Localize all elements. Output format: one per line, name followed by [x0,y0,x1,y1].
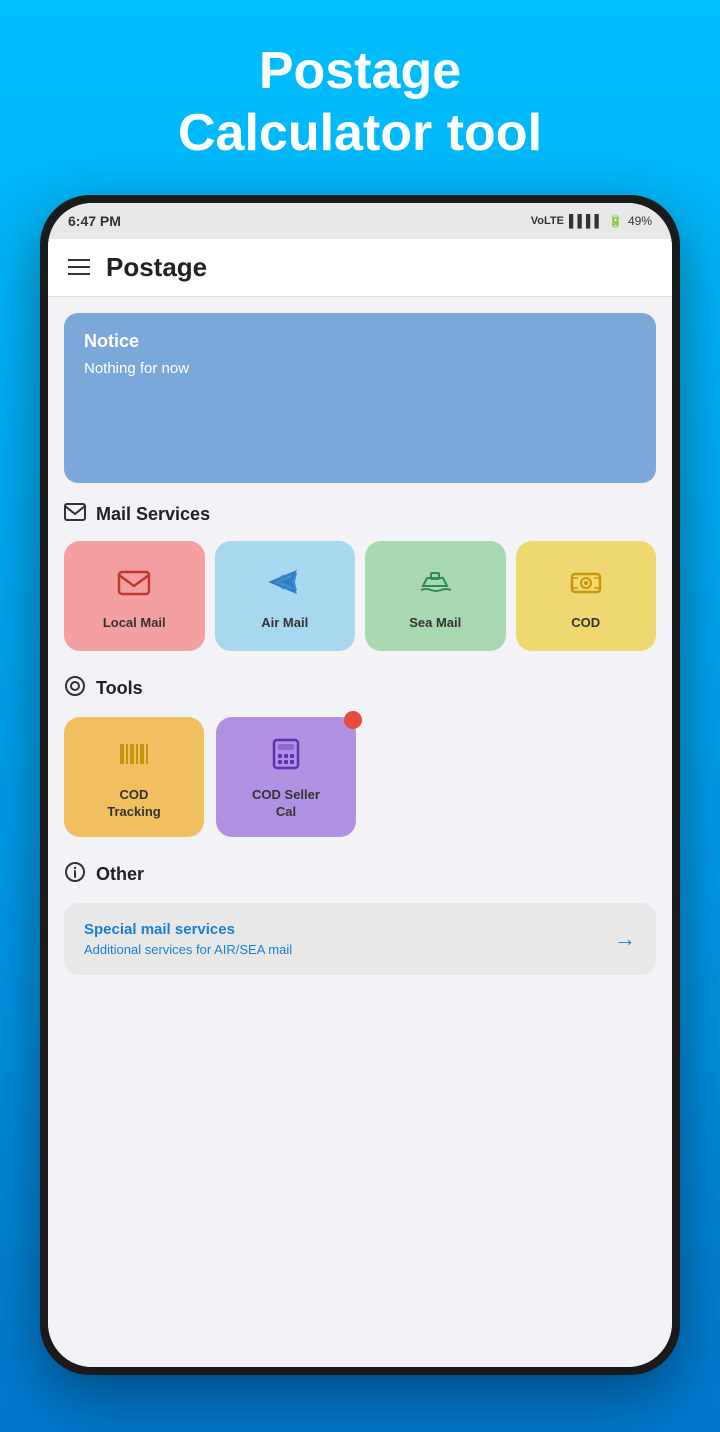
cod-icon [568,564,604,605]
other-header: Other [64,861,656,889]
sea-mail-label: Sea Mail [409,615,461,632]
air-mail-label: Air Mail [261,615,308,632]
lte-icon: VoLTE [531,215,564,227]
hamburger-line-2 [68,266,90,268]
local-mail-card[interactable]: Local Mail [64,541,205,651]
app-header: Postage [48,239,672,297]
notice-card: Notice Nothing for now [64,313,656,483]
hamburger-menu-button[interactable] [68,259,90,275]
local-mail-label: Local Mail [103,615,166,632]
cod-card[interactable]: COD [516,541,657,651]
phone-screen: 6:47 PM VoLTE ▌▌▌▌ 🔋 49% Postage Notice … [48,203,672,1367]
hamburger-line-1 [68,259,90,261]
notification-dot [344,711,362,729]
tools-grid: CODTracking [64,717,656,837]
air-mail-card[interactable]: Air Mail [215,541,356,651]
air-mail-icon [267,564,303,605]
local-mail-icon [116,564,152,605]
status-time: 6:47 PM [68,213,121,229]
status-bar: 6:47 PM VoLTE ▌▌▌▌ 🔋 49% [48,203,672,239]
mail-section-icon [64,503,86,527]
signal-icon: ▌▌▌▌ [569,214,603,228]
sea-mail-icon [417,564,453,605]
arrow-right-icon: → [614,926,636,952]
special-mail-subtitle: Additional services for AIR/SEA mail [84,942,292,957]
mail-services-grid: Local Mail [64,541,656,651]
hamburger-line-3 [68,273,90,275]
mail-services-header: Mail Services [64,503,656,527]
other-card-text: Special mail services Additional service… [84,921,292,957]
cod-seller-cal-label: COD SellerCal [252,787,320,821]
app-title: Postage [106,252,207,283]
tools-header: Tools [64,675,656,703]
special-mail-services-card[interactable]: Special mail services Additional service… [64,903,656,975]
cod-tracking-card[interactable]: CODTracking [64,717,204,837]
notice-title: Notice [84,331,636,352]
mail-services-title: Mail Services [96,504,210,525]
cod-tracking-icon [116,736,152,777]
tools-title: Tools [96,678,143,699]
notice-text: Nothing for now [84,360,636,377]
cod-seller-icon [268,736,304,777]
phone-mockup: 6:47 PM VoLTE ▌▌▌▌ 🔋 49% Postage Notice … [40,195,680,1375]
sea-mail-card[interactable]: Sea Mail [365,541,506,651]
battery-percent: 49% [628,214,652,228]
cod-tracking-label: CODTracking [107,787,160,821]
cod-label: COD [571,615,600,632]
app-content: Notice Nothing for now Mail Services [48,297,672,1367]
status-icons: VoLTE ▌▌▌▌ 🔋 49% [531,214,652,228]
hero-title: PostageCalculator tool [178,40,542,165]
tools-section-icon [64,675,86,703]
special-mail-title: Special mail services [84,921,292,938]
other-section-icon [64,861,86,889]
hero-section: PostageCalculator tool [178,0,542,165]
other-title: Other [96,864,144,885]
cod-seller-cal-card[interactable]: COD SellerCal [216,717,356,837]
battery-icon: 🔋 [608,214,623,228]
